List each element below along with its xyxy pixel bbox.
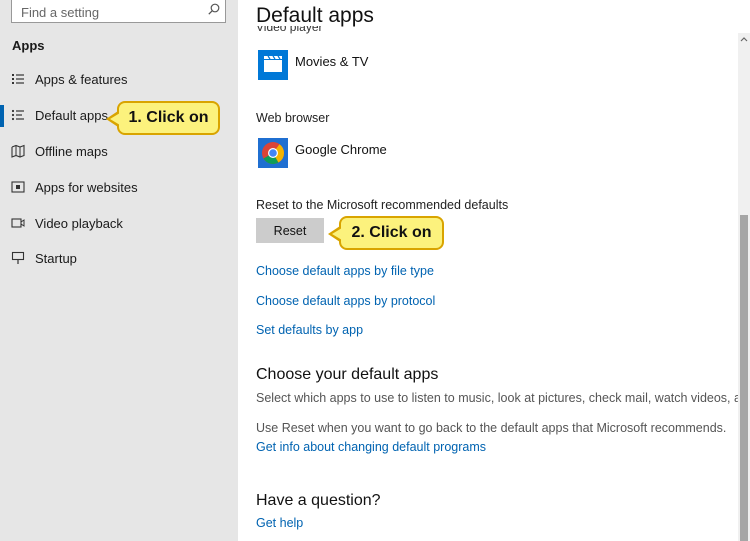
sidebar-heading: Apps xyxy=(12,38,45,53)
sidebar-item-label: Default apps xyxy=(35,108,108,123)
sidebar-item-label: Apps & features xyxy=(35,72,128,87)
search-input[interactable] xyxy=(12,0,202,22)
link-info-default-programs[interactable]: Get info about changing default programs xyxy=(256,440,486,454)
sidebar-item-label: Video playback xyxy=(35,216,123,231)
list-icon xyxy=(12,74,24,84)
main-content: Default apps Video player Movies & TV We… xyxy=(238,0,750,541)
map-icon xyxy=(11,144,25,158)
search-box[interactable] xyxy=(11,0,226,23)
sidebar: Apps Apps & features Default apps Offlin… xyxy=(0,0,238,541)
link-set-defaults-by-app[interactable]: Set defaults by app xyxy=(256,323,363,337)
page-title: Default apps xyxy=(256,4,374,27)
sidebar-item-video-playback[interactable]: Video playback xyxy=(0,209,238,239)
scroll-up-arrow-icon[interactable] xyxy=(738,33,750,47)
callout-step-2: 2. Click on xyxy=(328,216,444,250)
video-icon xyxy=(11,218,25,228)
link-by-file-type[interactable]: Choose default apps by file type xyxy=(256,264,434,278)
callout-step-2-text: 2. Click on xyxy=(351,224,432,241)
reset-note: Use Reset when you want to go back to th… xyxy=(256,421,727,435)
movies-tv-icon xyxy=(258,50,288,80)
web-browser-app-name: Google Chrome xyxy=(295,142,387,157)
startup-icon xyxy=(11,251,25,264)
web-browser-app-button[interactable]: Google Chrome xyxy=(256,138,556,172)
link-get-help[interactable]: Get help xyxy=(256,516,303,530)
sidebar-item-label: Startup xyxy=(35,251,77,266)
sidebar-item-label: Offline maps xyxy=(35,144,108,159)
default-apps-icon xyxy=(11,109,24,121)
choose-section-heading: Choose your default apps xyxy=(256,366,439,383)
sidebar-item-offline-maps[interactable]: Offline maps xyxy=(0,137,238,167)
reset-button[interactable]: Reset xyxy=(256,218,324,243)
sidebar-item-apps-features[interactable]: Apps & features xyxy=(0,65,238,95)
callout-step-1-text: 1. Click on xyxy=(128,109,209,126)
link-by-protocol[interactable]: Choose default apps by protocol xyxy=(256,294,435,308)
reset-label: Reset to the Microsoft recommended defau… xyxy=(256,198,509,212)
question-section-heading: Have a question? xyxy=(256,492,381,509)
scroll-thumb[interactable] xyxy=(740,215,748,541)
choose-section-description: Select which apps to use to listen to mu… xyxy=(256,391,750,405)
video-player-label: Video player xyxy=(256,26,323,34)
selection-accent xyxy=(0,105,4,127)
sidebar-item-apps-for-websites[interactable]: Apps for websites xyxy=(0,173,238,203)
video-player-app-button[interactable]: Movies & TV xyxy=(256,50,556,84)
website-icon xyxy=(11,181,25,193)
scrollbar[interactable] xyxy=(738,33,750,541)
search-icon[interactable] xyxy=(208,3,220,15)
web-browser-label: Web browser xyxy=(256,111,330,125)
callout-step-1: 1. Click on xyxy=(106,101,220,135)
video-player-app-name: Movies & TV xyxy=(295,54,369,69)
sidebar-item-label: Apps for websites xyxy=(35,180,138,195)
sidebar-item-startup[interactable]: Startup xyxy=(0,244,238,274)
chrome-icon xyxy=(258,138,288,168)
